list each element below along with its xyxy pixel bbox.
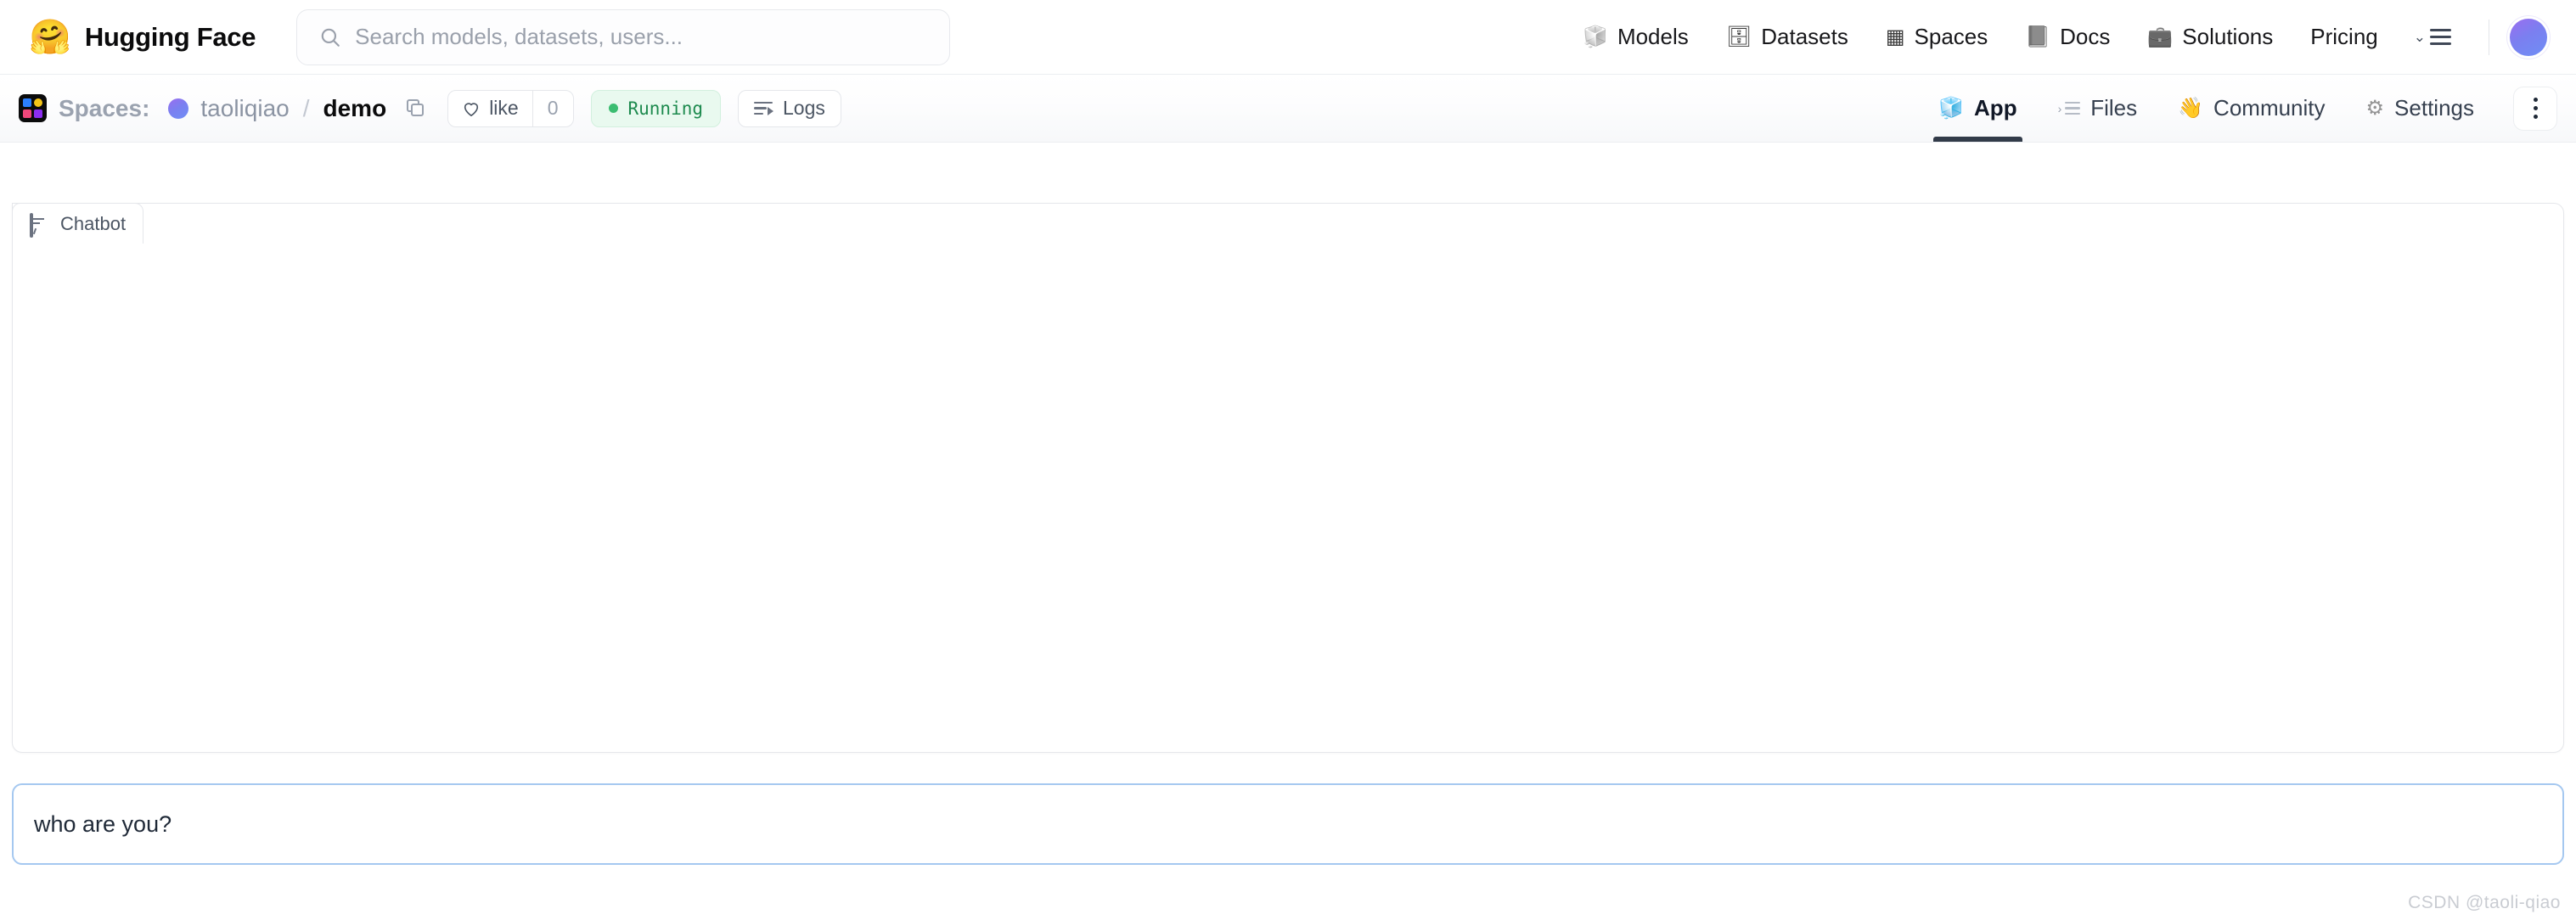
chatbot-label: Chatbot [12, 203, 144, 244]
heart-icon [464, 102, 479, 116]
book-icon: 📘 [2025, 25, 2051, 48]
nav-item-spaces[interactable]: ▦ Spaces [1867, 16, 2006, 59]
chatbot-messages-panel[interactable] [12, 203, 2564, 753]
like-button[interactable]: like 0 [447, 89, 574, 127]
owner-avatar [168, 98, 189, 119]
hugging-face-logo-icon: 🤗 [29, 18, 71, 56]
repo-subheader: Spaces: taoliqiao / demo like 0 Running … [0, 75, 2576, 143]
brand-name: Hugging Face [84, 21, 256, 52]
chatbot-label-text: Chatbot [60, 212, 127, 234]
chevron-down-icon: ⌄ [2413, 28, 2426, 45]
breadcrumb: Spaces: taoliqiao / demo [19, 94, 425, 122]
logs-button[interactable]: Logs [738, 89, 841, 127]
main-nav: 🧊 Models 🗄 Datasets ▦ Spaces 📘 Docs 💼 So… [1564, 16, 2547, 59]
spaces-icon [19, 94, 47, 122]
nav-label-docs: Docs [2060, 24, 2111, 49]
tab-label-community: Community [2213, 95, 2326, 121]
files-icon: › [2058, 102, 2081, 115]
breadcrumb-repo[interactable]: demo [323, 95, 387, 122]
logs-label: Logs [783, 97, 825, 119]
tab-app[interactable]: 🧊 App [1918, 75, 2037, 142]
logs-icon [754, 101, 774, 116]
breadcrumb-spaces-label[interactable]: Spaces: [59, 95, 149, 122]
status-label: Running [627, 98, 704, 119]
watermark: CSDN @taoli-qiao [2408, 893, 2561, 912]
tab-settings[interactable]: ⚙ Settings [2346, 75, 2494, 142]
gear-icon: ⚙ [2365, 96, 2385, 120]
search-input[interactable]: Search models, datasets, users... [296, 8, 951, 65]
cube-icon: 🧊 [1583, 25, 1608, 48]
top-header: 🤗 Hugging Face Search models, datasets, … [0, 0, 2576, 75]
nav-item-docs[interactable]: 📘 Docs [2006, 16, 2129, 59]
more-vertical-icon[interactable] [2513, 86, 2557, 131]
nav-label-models: Models [1617, 24, 1689, 49]
breadcrumb-separator: / [302, 94, 310, 121]
like-main[interactable]: like [448, 91, 532, 126]
chat-textbox[interactable]: who are you? [12, 783, 2564, 865]
nav-item-models[interactable]: 🧊 Models [1564, 16, 1707, 59]
like-label: like [489, 97, 519, 119]
status-dot-icon [608, 104, 618, 113]
spaces-grid-icon: ▦ [1885, 25, 1905, 48]
nav-item-datasets[interactable]: 🗄 Datasets [1707, 16, 1867, 59]
like-count: 0 [532, 90, 573, 126]
nav-label-pricing: Pricing [2310, 24, 2378, 49]
chatbot-container: Chatbot [12, 203, 2564, 753]
repo-tabs: 🧊 App › Files 👋 Community ⚙ Settings [1918, 75, 2557, 142]
cube-icon: 🧊 [1938, 96, 1965, 120]
nav-label-spaces: Spaces [1914, 24, 1988, 49]
database-icon: 🗄 [1725, 25, 1752, 48]
tab-label-settings: Settings [2394, 95, 2474, 121]
chat-input-row: who are you? [0, 753, 2576, 865]
tab-files[interactable]: › Files [2038, 75, 2158, 142]
tab-label-app: App [1974, 95, 2017, 121]
status-badge[interactable]: Running [590, 89, 722, 127]
copy-icon[interactable] [407, 98, 425, 118]
chat-bubble-icon [30, 213, 50, 238]
hamburger-icon [2430, 29, 2451, 45]
chat-textbox-value: who are you? [34, 811, 172, 837]
app-content: Chatbot [0, 143, 2576, 753]
briefcase-icon: 💼 [2147, 25, 2174, 48]
breadcrumb-owner[interactable]: taoliqiao [200, 95, 289, 122]
nav-item-solutions[interactable]: 💼 Solutions [2129, 16, 2292, 59]
wave-hand-icon: 👋 [2178, 96, 2204, 120]
nav-label-datasets: Datasets [1761, 24, 1848, 49]
nav-label-solutions: Solutions [2182, 24, 2274, 49]
brand-logo[interactable]: 🤗 Hugging Face [29, 20, 256, 54]
search-icon [321, 28, 340, 47]
tab-label-files: Files [2090, 95, 2138, 121]
nav-item-pricing[interactable]: Pricing [2292, 16, 2396, 59]
nav-more-menu-button[interactable]: ⌄ [2397, 16, 2468, 59]
search-placeholder: Search models, datasets, users... [355, 24, 683, 49]
tab-community[interactable]: 👋 Community [2157, 75, 2345, 142]
user-avatar[interactable] [2510, 18, 2547, 56]
